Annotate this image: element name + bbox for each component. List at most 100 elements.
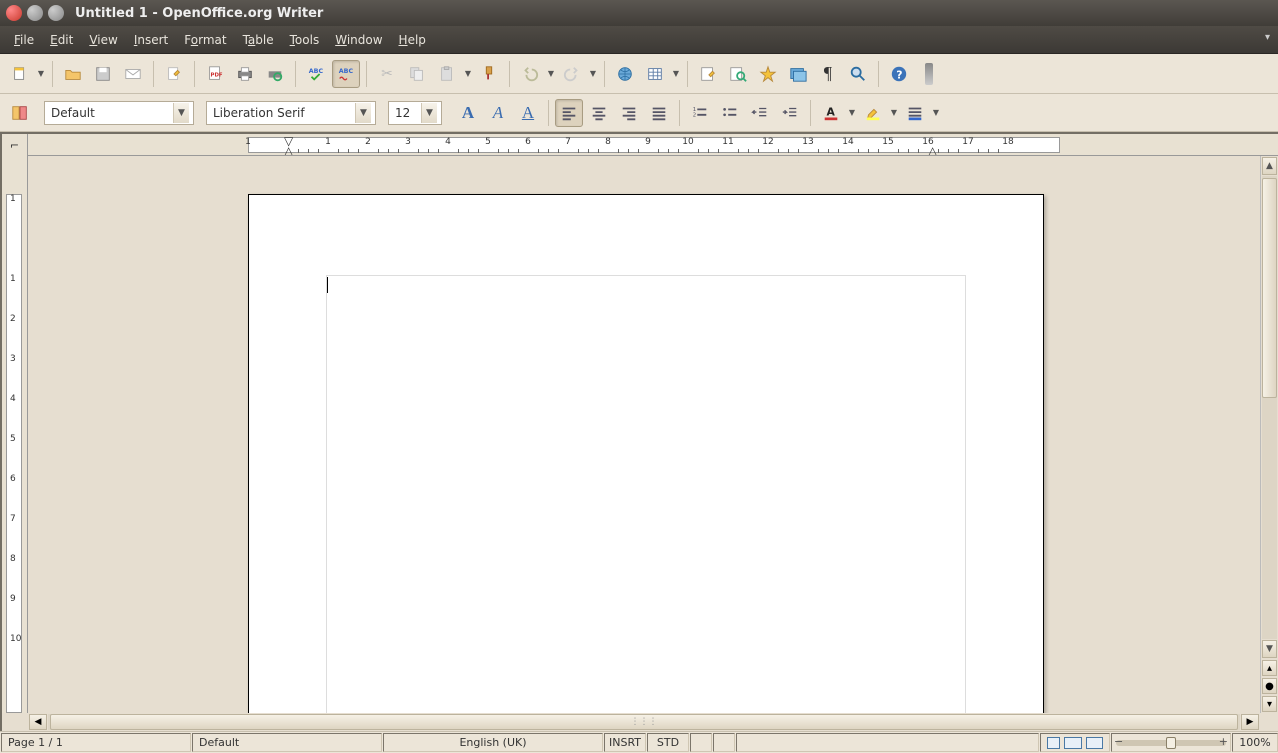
menu-table[interactable]: Table: [235, 29, 282, 51]
copy-button[interactable]: [403, 60, 431, 88]
increase-indent-button[interactable]: [776, 99, 804, 127]
document-viewport[interactable]: [28, 156, 1260, 713]
multi-page-view-icon[interactable]: [1064, 737, 1081, 749]
horizontal-scrollbar[interactable]: ◀ ⋮⋮⋮ ▶: [2, 713, 1278, 731]
scroll-right-button[interactable]: ▶: [1241, 714, 1259, 730]
status-language[interactable]: English (UK): [383, 733, 603, 752]
gallery-button[interactable]: [784, 60, 812, 88]
single-page-view-icon[interactable]: [1047, 737, 1060, 749]
underline-button[interactable]: A: [514, 99, 542, 127]
navigator-button[interactable]: [754, 60, 782, 88]
ruler-number: 3: [10, 354, 16, 364]
italic-button[interactable]: A: [484, 99, 512, 127]
status-selection-mode[interactable]: STD: [647, 733, 689, 752]
align-left-button[interactable]: [555, 99, 583, 127]
spellcheck-button[interactable]: ABC: [302, 60, 330, 88]
status-view-layout[interactable]: [1040, 733, 1110, 752]
align-justify-button[interactable]: [645, 99, 673, 127]
menubar-expand-icon[interactable]: ▾: [1265, 32, 1270, 43]
export-pdf-button[interactable]: PDF: [201, 60, 229, 88]
scroll-down-button[interactable]: ▼: [1262, 640, 1277, 658]
print-preview-button[interactable]: [261, 60, 289, 88]
menu-tools[interactable]: Tools: [282, 29, 328, 51]
redo-dropdown[interactable]: ▼: [588, 69, 598, 78]
font-size-combo[interactable]: 12 ▼: [388, 101, 442, 125]
numbered-list-button[interactable]: 12: [686, 99, 714, 127]
highlight-dropdown[interactable]: ▼: [889, 108, 899, 117]
bulleted-list-button[interactable]: [716, 99, 744, 127]
print-button[interactable]: [231, 60, 259, 88]
status-zoom-value[interactable]: 100%: [1232, 733, 1278, 752]
paste-dropdown[interactable]: ▼: [463, 69, 473, 78]
paste-button[interactable]: [433, 60, 461, 88]
right-indent-marker[interactable]: △: [928, 144, 937, 155]
redo-button[interactable]: [558, 60, 586, 88]
undo-button[interactable]: [516, 60, 544, 88]
next-page-button[interactable]: ▾: [1262, 696, 1277, 712]
paragraph-style-combo[interactable]: Default ▼: [44, 101, 194, 125]
font-color-button[interactable]: A: [817, 99, 845, 127]
background-color-button[interactable]: [901, 99, 929, 127]
prev-page-button[interactable]: ▴: [1262, 660, 1277, 676]
toolbar-grip[interactable]: [915, 60, 943, 88]
status-page-style[interactable]: Default: [192, 733, 382, 752]
bold-button[interactable]: A: [454, 99, 482, 127]
pdf-icon: PDF: [205, 64, 225, 84]
scroll-thumb[interactable]: [1262, 178, 1277, 398]
auto-spellcheck-button[interactable]: ABC: [332, 60, 360, 88]
status-zoom-slider[interactable]: −+: [1111, 733, 1231, 752]
new-button[interactable]: [6, 60, 34, 88]
save-button[interactable]: [89, 60, 117, 88]
open-button[interactable]: [59, 60, 87, 88]
find-replace-button[interactable]: [724, 60, 752, 88]
data-sources-button[interactable]: ¶: [814, 60, 842, 88]
align-right-button[interactable]: [615, 99, 643, 127]
status-page[interactable]: Page 1 / 1: [1, 733, 191, 752]
cut-button[interactable]: ✂: [373, 60, 401, 88]
table-button[interactable]: [641, 60, 669, 88]
font-name-combo[interactable]: Liberation Serif ▼: [206, 101, 376, 125]
navigation-button[interactable]: ●: [1262, 678, 1277, 694]
scroll-left-button[interactable]: ◀: [29, 714, 47, 730]
styles-window-button[interactable]: [6, 99, 34, 127]
table-dropdown[interactable]: ▼: [671, 69, 681, 78]
window-minimize-button[interactable]: [27, 5, 43, 21]
align-center-button[interactable]: [585, 99, 613, 127]
email-button[interactable]: [119, 60, 147, 88]
menu-format[interactable]: Format: [176, 29, 234, 51]
zoom-button[interactable]: [844, 60, 872, 88]
decrease-indent-button[interactable]: [746, 99, 774, 127]
redo-icon: [562, 64, 582, 84]
window-maximize-button[interactable]: [48, 5, 64, 21]
font-color-dropdown[interactable]: ▼: [847, 108, 857, 117]
document-page[interactable]: [248, 194, 1044, 713]
menu-window[interactable]: Window: [327, 29, 390, 51]
menu-help[interactable]: Help: [391, 29, 434, 51]
scroll-up-button[interactable]: ▲: [1262, 157, 1277, 175]
show-draw-button[interactable]: [694, 60, 722, 88]
status-signature[interactable]: [713, 733, 735, 752]
new-dropdown[interactable]: ▼: [36, 69, 46, 78]
scroll-track[interactable]: [1262, 176, 1277, 639]
undo-dropdown[interactable]: ▼: [546, 69, 556, 78]
vertical-ruler[interactable]: 112345678910: [2, 156, 28, 713]
window-close-button[interactable]: [6, 5, 22, 21]
scroll-thumb[interactable]: ⋮⋮⋮: [50, 714, 1238, 730]
menu-view[interactable]: View: [81, 29, 125, 51]
help-button[interactable]: ?: [885, 60, 913, 88]
menu-file[interactable]: File: [6, 29, 42, 51]
horizontal-ruler[interactable]: 1123456789101112131415161718▽△△: [28, 134, 1260, 155]
menu-edit[interactable]: Edit: [42, 29, 81, 51]
hyperlink-button[interactable]: [611, 60, 639, 88]
menu-insert[interactable]: Insert: [126, 29, 176, 51]
scroll-track[interactable]: ⋮⋮⋮: [48, 714, 1240, 730]
edit-doc-button[interactable]: [160, 60, 188, 88]
zoom-thumb[interactable]: [1166, 737, 1176, 749]
highlight-button[interactable]: [859, 99, 887, 127]
book-view-icon[interactable]: [1086, 737, 1103, 749]
background-color-dropdown[interactable]: ▼: [931, 108, 941, 117]
vertical-scrollbar[interactable]: ▲ ▼ ▴ ● ▾: [1260, 156, 1278, 713]
left-indent-marker[interactable]: △: [284, 144, 293, 155]
format-paintbrush-button[interactable]: [475, 60, 503, 88]
status-insert-mode[interactable]: INSRT: [604, 733, 646, 752]
